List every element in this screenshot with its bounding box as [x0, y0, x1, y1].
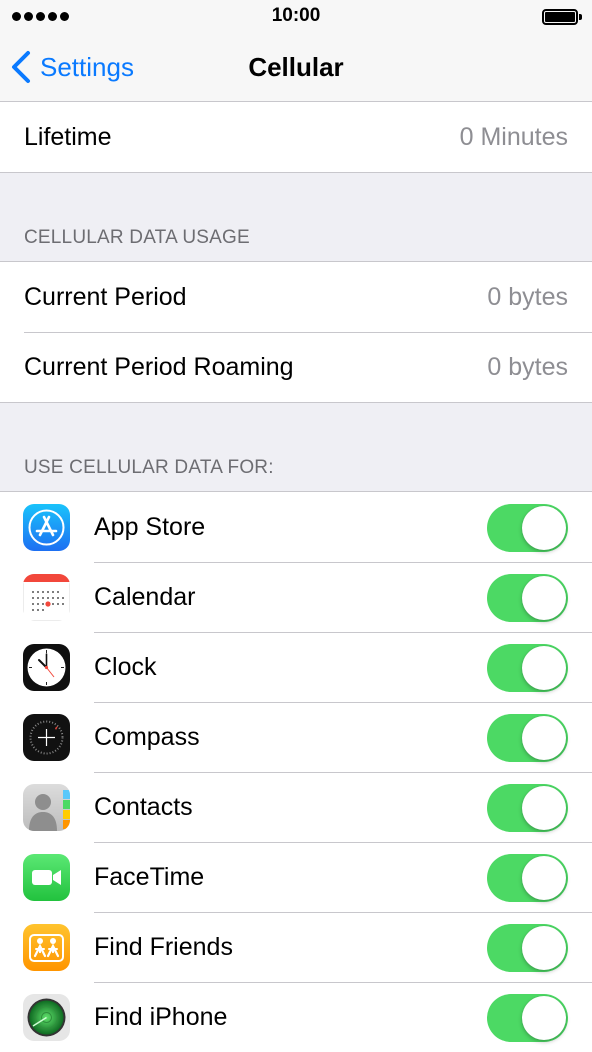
data-usage-group: Current Period 0 bytes Current Period Ro… [0, 261, 592, 403]
app-row-find-friends: Find Friends [0, 912, 592, 982]
battery-icon [542, 9, 582, 25]
status-bar: 10:00 [0, 0, 592, 34]
current-period-roaming-value: 0 bytes [487, 352, 568, 381]
lifetime-row: Lifetime 0 Minutes [0, 102, 592, 172]
app-row-compass: Compass [0, 702, 592, 772]
find-friends-toggle[interactable] [487, 924, 568, 972]
contacts-toggle[interactable] [487, 784, 568, 832]
compass-icon [23, 714, 70, 761]
call-time-group: Lifetime 0 Minutes [0, 102, 592, 173]
app-row-calendar: Calendar [0, 562, 592, 632]
current-period-label: Current Period [24, 282, 187, 311]
find-iphone-toggle[interactable] [487, 994, 568, 1042]
facetime-icon [23, 854, 70, 901]
app-store-icon [23, 504, 70, 551]
find-friends-icon [23, 924, 70, 971]
app-row-clock: Clock [0, 632, 592, 702]
app-row-find-iphone: Find iPhone [0, 982, 592, 1052]
navigation-bar: Settings Cellular [0, 34, 592, 102]
compass-toggle[interactable] [487, 714, 568, 762]
data-usage-header: CELLULAR DATA USAGE [24, 227, 250, 248]
calendar-icon [23, 574, 70, 621]
current-period-roaming-row: Current Period Roaming 0 bytes [0, 332, 592, 402]
current-period-roaming-label: Current Period Roaming [24, 352, 294, 381]
current-period-value: 0 bytes [487, 282, 568, 311]
use-cellular-header: USE CELLULAR DATA FOR: [24, 457, 274, 478]
app-row-app-store: App Store [0, 492, 592, 562]
settings-list: Lifetime 0 Minutes CELLULAR DATA USAGE C… [0, 102, 592, 1052]
contacts-icon [23, 784, 70, 831]
facetime-toggle[interactable] [487, 854, 568, 902]
app-row-contacts: Contacts [0, 772, 592, 842]
page-title: Cellular [248, 52, 344, 82]
lifetime-value: 0 Minutes [459, 122, 568, 151]
app-row-facetime: FaceTime [0, 842, 592, 912]
use-cellular-group: App Store Calendar Clock Compass Contact… [0, 491, 592, 1052]
lifetime-label: Lifetime [24, 122, 112, 151]
app-store-toggle[interactable] [487, 504, 568, 552]
current-period-row: Current Period 0 bytes [0, 262, 592, 332]
calendar-toggle[interactable] [487, 574, 568, 622]
find-iphone-icon [23, 994, 70, 1041]
clock-icon [23, 644, 70, 691]
clock-toggle[interactable] [487, 644, 568, 692]
status-time: 10:00 [271, 5, 321, 26]
